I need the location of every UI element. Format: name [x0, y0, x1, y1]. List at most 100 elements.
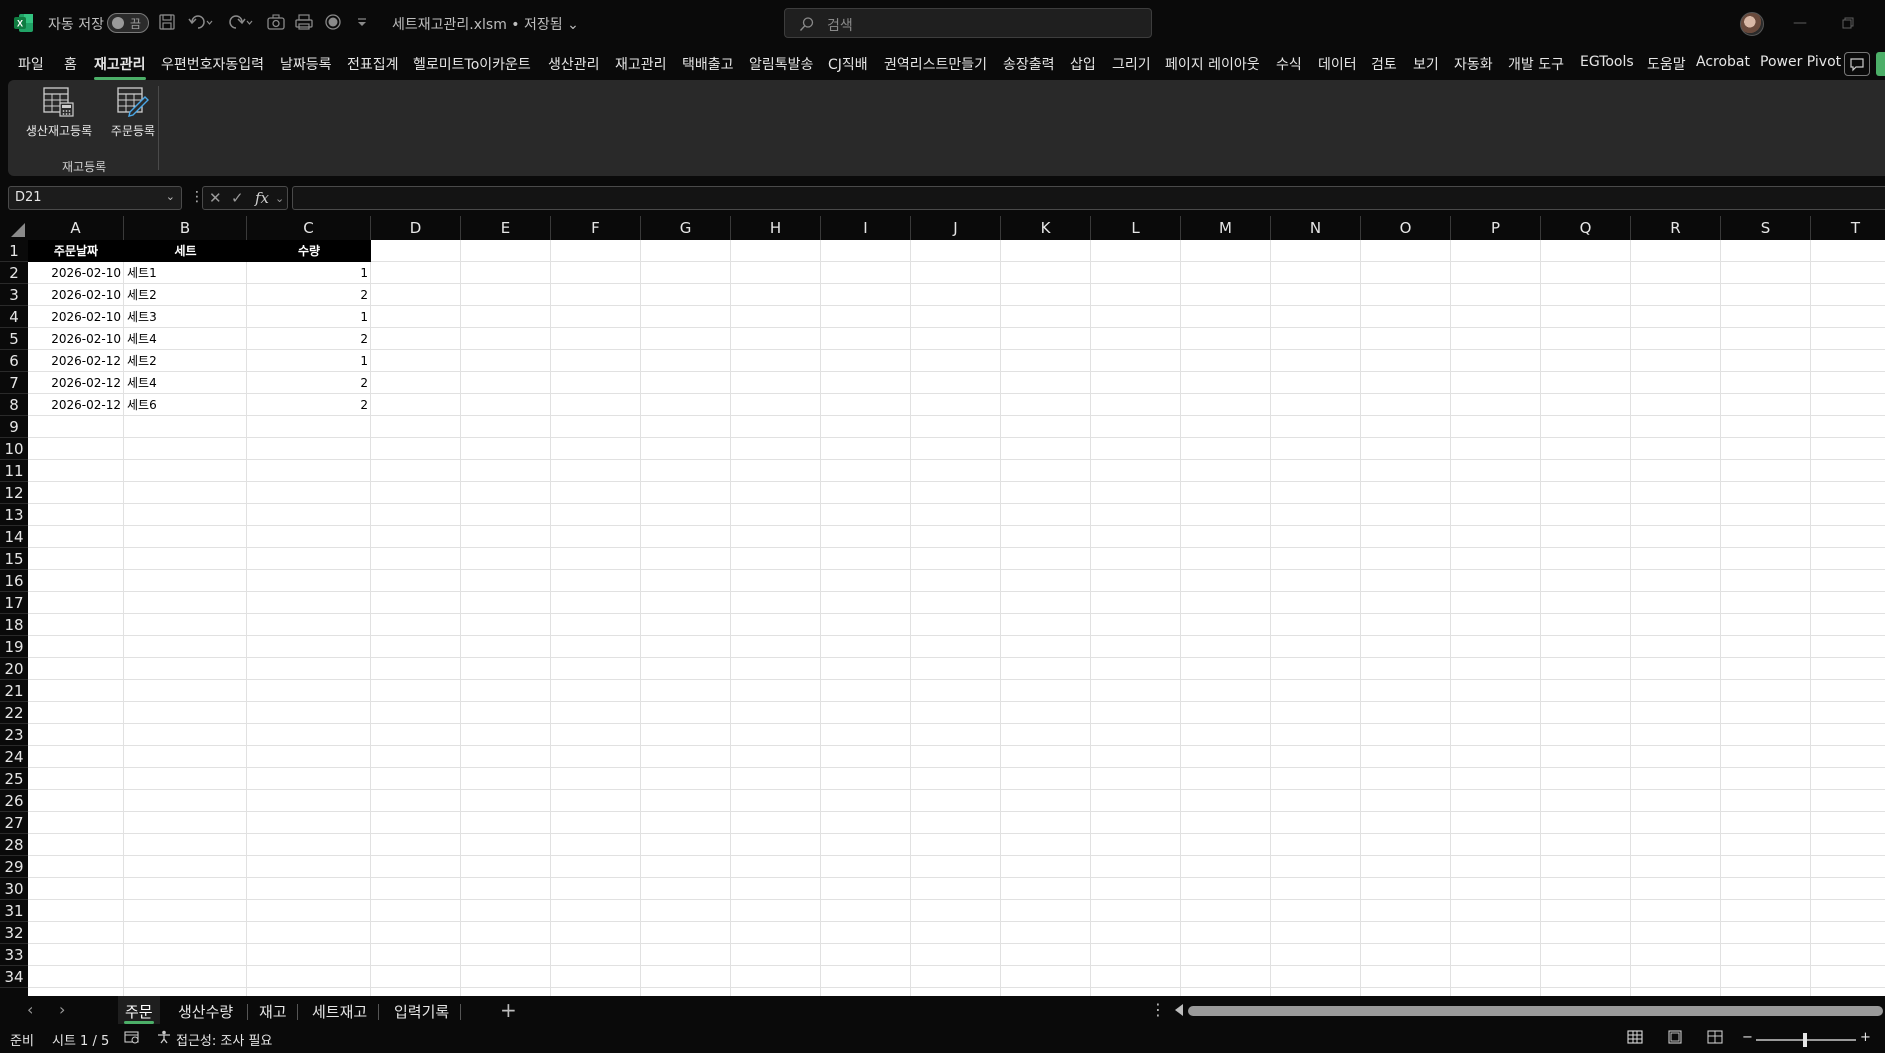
column-header-j[interactable]: J: [911, 216, 1001, 240]
comments-button[interactable]: [1844, 52, 1870, 76]
cell-set[interactable]: 세트3: [124, 306, 247, 328]
row-header[interactable]: 4: [0, 306, 28, 328]
save-icon[interactable]: [158, 13, 178, 33]
tab-home[interactable]: 홈: [64, 54, 77, 74]
column-header-p[interactable]: P: [1451, 216, 1541, 240]
row-header[interactable]: 26: [0, 790, 28, 812]
header-set[interactable]: 세트: [124, 240, 247, 262]
tab-production[interactable]: 생산관리: [548, 54, 600, 74]
column-header-n[interactable]: N: [1271, 216, 1361, 240]
scroll-sheets-right-icon[interactable]: ›: [59, 1000, 65, 1019]
column-header-b[interactable]: B: [124, 216, 247, 240]
tab-notification[interactable]: 알림톡발송: [749, 54, 813, 74]
horizontal-scrollbar[interactable]: [1188, 1006, 1883, 1016]
page-break-view-icon[interactable]: [1707, 1030, 1723, 1048]
column-header-i[interactable]: I: [821, 216, 911, 240]
normal-view-icon[interactable]: [1627, 1030, 1643, 1048]
page-layout-view-icon[interactable]: [1667, 1030, 1683, 1048]
worksheet-grid[interactable]: ABCDEFGHIJKLMNOPQRST 1 2 3 4 5 6 7 8 9 10 11 12 13 14…: [0, 216, 1885, 996]
row-header[interactable]: 22: [0, 702, 28, 724]
document-title[interactable]: 세트재고관리.xlsm • 저장됨 ⌄: [392, 14, 579, 34]
column-header-m[interactable]: M: [1181, 216, 1271, 240]
user-avatar[interactable]: [1740, 12, 1764, 36]
tab-automate[interactable]: 자동화: [1454, 54, 1493, 74]
row-header[interactable]: 28: [0, 834, 28, 856]
cell-order-date[interactable]: 2026-02-10: [28, 262, 124, 284]
row-header[interactable]: 10: [0, 438, 28, 460]
tab-insert[interactable]: 삽입: [1070, 54, 1096, 74]
row-header[interactable]: 31: [0, 900, 28, 922]
more-icon[interactable]: ⋮: [1150, 1000, 1166, 1019]
row-header[interactable]: 34: [0, 966, 28, 988]
row-header[interactable]: 27: [0, 812, 28, 834]
sheet-tab-orders[interactable]: 주문: [125, 1001, 153, 1022]
accessibility-icon[interactable]: [156, 1030, 172, 1048]
row-header[interactable]: 17: [0, 592, 28, 614]
cell-order-date[interactable]: 2026-02-10: [28, 328, 124, 350]
column-header-c[interactable]: C: [247, 216, 371, 240]
row-header[interactable]: 5: [0, 328, 28, 350]
zoom-slider-handle[interactable]: [1803, 1033, 1807, 1047]
cell-order-date[interactable]: 2026-02-12: [28, 372, 124, 394]
header-quantity[interactable]: 수량: [247, 240, 371, 262]
row-header[interactable]: 12: [0, 482, 28, 504]
cell-quantity[interactable]: 2: [247, 328, 371, 350]
row-header[interactable]: 24: [0, 746, 28, 768]
restore-icon[interactable]: [1834, 10, 1862, 36]
cell-order-date[interactable]: 2026-02-10: [28, 284, 124, 306]
sheet-tab-input-log[interactable]: 입력기록: [394, 1001, 449, 1022]
tab-draw[interactable]: 그리기: [1112, 54, 1151, 74]
tab-view[interactable]: 보기: [1413, 54, 1439, 74]
row-header[interactable]: 29: [0, 856, 28, 878]
cell-quantity[interactable]: 1: [247, 350, 371, 372]
row-header[interactable]: 25: [0, 768, 28, 790]
cell-order-date[interactable]: 2026-02-10: [28, 306, 124, 328]
accessibility-status[interactable]: 접근성: 조사 필요: [176, 1030, 272, 1049]
column-header-k[interactable]: K: [1001, 216, 1091, 240]
confirm-icon[interactable]: ✓: [231, 189, 244, 207]
minimize-icon[interactable]: —: [1786, 10, 1814, 36]
tab-cj[interactable]: CJ직배: [828, 54, 868, 74]
tab-date-register[interactable]: 날짜등록: [280, 54, 332, 74]
camera-icon[interactable]: [266, 13, 286, 33]
tab-egtools[interactable]: EGTools: [1580, 54, 1634, 70]
autosave-toggle[interactable]: 끔: [107, 13, 149, 33]
header-order-date[interactable]: 주문날짜: [28, 240, 124, 262]
fx-dropdown-icon[interactable]: ⌄: [275, 192, 284, 205]
tab-acrobat[interactable]: Acrobat: [1696, 54, 1750, 70]
row-header[interactable]: 13: [0, 504, 28, 526]
cell-set[interactable]: 세트1: [124, 262, 247, 284]
tab-formulas[interactable]: 수식: [1276, 54, 1302, 74]
name-box[interactable]: D21 ⌄: [8, 186, 182, 210]
search-box[interactable]: 검색: [784, 8, 1152, 38]
column-header-s[interactable]: S: [1721, 216, 1811, 240]
row-header[interactable]: 23: [0, 724, 28, 746]
add-sheet-icon[interactable]: +: [500, 998, 517, 1022]
column-header-o[interactable]: O: [1361, 216, 1451, 240]
tab-zipcode[interactable]: 우편번호자동입력: [161, 54, 264, 74]
row-header[interactable]: 18: [0, 614, 28, 636]
zoom-in-icon[interactable]: +: [1860, 1030, 1871, 1045]
tab-region-list[interactable]: 권역리스트만들기: [884, 54, 987, 74]
column-header-e[interactable]: E: [461, 216, 551, 240]
undo-icon[interactable]: [188, 13, 213, 33]
tab-page-layout[interactable]: 페이지 레이아웃: [1165, 54, 1260, 74]
column-header-d[interactable]: D: [371, 216, 461, 240]
row-header[interactable]: 8: [0, 394, 28, 416]
cell-area[interactable]: 주문날짜 세트 수량 2026-02-10 세트1 1 2026-02-10 세트2 2 2026…: [28, 240, 1885, 996]
cell-quantity[interactable]: 1: [247, 262, 371, 284]
column-header-h[interactable]: H: [731, 216, 821, 240]
column-header-g[interactable]: G: [641, 216, 731, 240]
insert-function-icon[interactable]: fx: [255, 189, 269, 207]
column-header-t[interactable]: T: [1811, 216, 1885, 240]
cell-order-date[interactable]: 2026-02-12: [28, 350, 124, 372]
select-all-button[interactable]: [0, 216, 28, 240]
cell-set[interactable]: 세트6: [124, 394, 247, 416]
row-header[interactable]: 14: [0, 526, 28, 548]
row-header[interactable]: 16: [0, 570, 28, 592]
cell-quantity[interactable]: 1: [247, 306, 371, 328]
tab-inventory-active[interactable]: 재고관리: [94, 54, 146, 80]
zoom-out-icon[interactable]: −: [1742, 1030, 1753, 1045]
column-header-r[interactable]: R: [1631, 216, 1721, 240]
record-icon[interactable]: [324, 13, 344, 33]
